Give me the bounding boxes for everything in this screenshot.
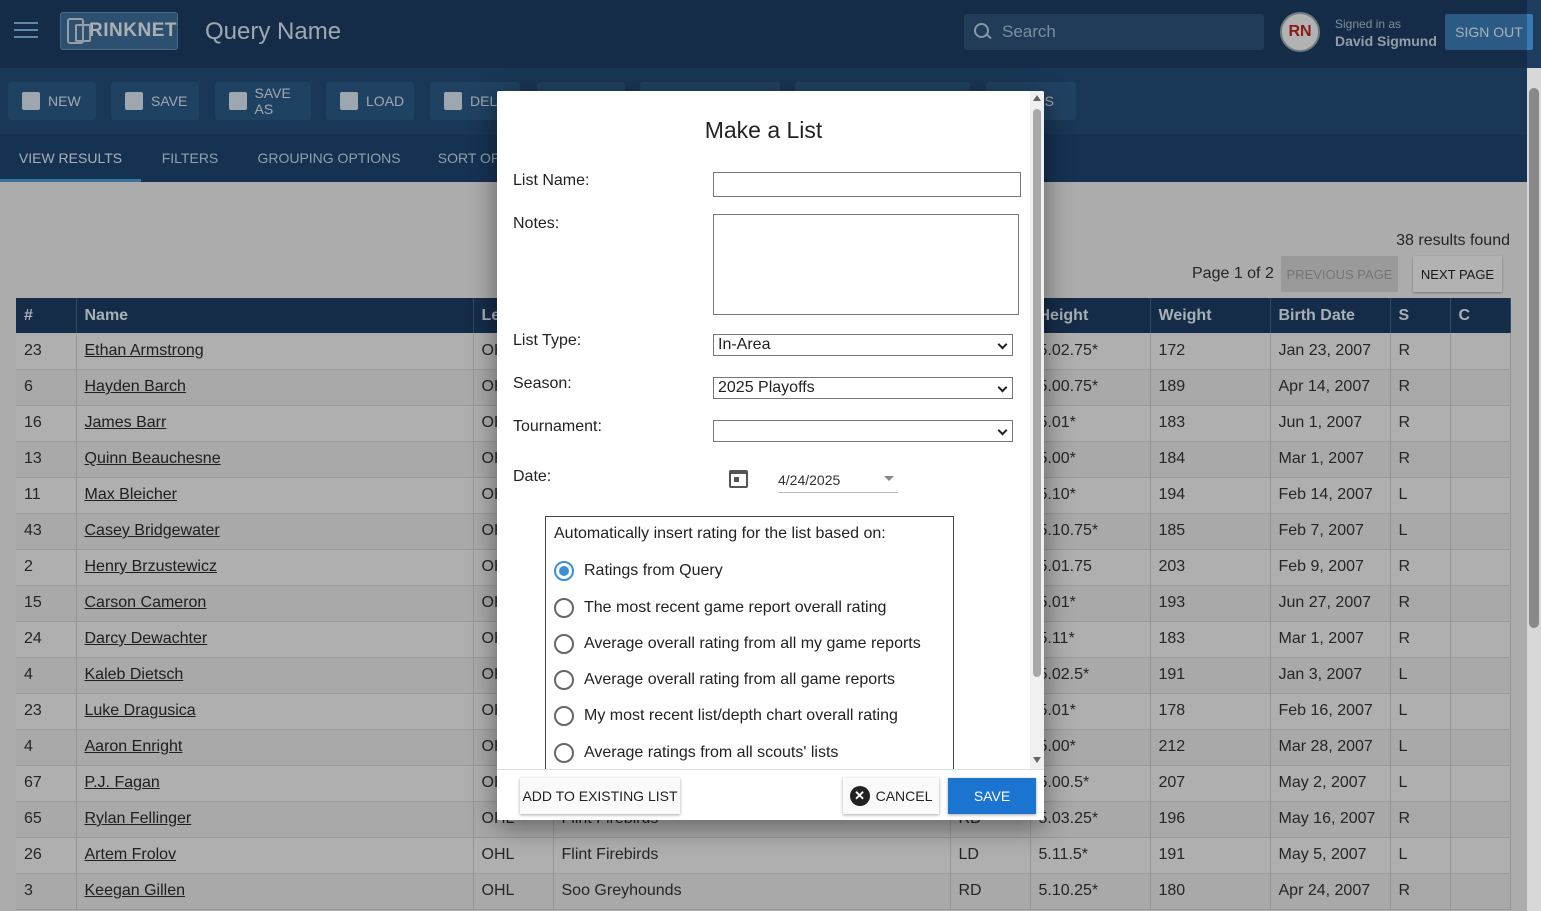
radio-icon[interactable] (554, 598, 574, 618)
close-icon: ✕ (849, 786, 870, 806)
dialog-scrollbar-thumb[interactable] (1033, 109, 1041, 677)
radio-icon[interactable] (554, 670, 574, 690)
make-list-dialog: Make a List List Name: Notes: List Type:… (497, 91, 1044, 820)
rating-option[interactable]: Average overall rating from all game rep… (554, 669, 895, 691)
list-name-label: List Name: (513, 172, 590, 189)
season-value: 2025 Playoffs (718, 379, 815, 396)
dialog-footer: ADD TO EXISTING LIST ✕ CANCEL SAVE (497, 769, 1044, 820)
add-to-existing-list-button[interactable]: ADD TO EXISTING LIST (520, 778, 680, 814)
date-label: Date: (513, 468, 552, 485)
rating-option[interactable]: Average overall rating from all my game … (554, 633, 921, 655)
chevron-down-icon (997, 339, 1008, 350)
rating-option-label: The most recent game report overall rati… (584, 599, 887, 616)
notes-textarea[interactable] (713, 214, 1019, 315)
radio-selected-icon[interactable] (554, 561, 574, 581)
season-select[interactable]: 2025 Playoffs (713, 377, 1013, 399)
rating-option[interactable]: Ratings from Query (554, 560, 723, 582)
rating-option[interactable]: Average ratings from all scouts' lists (554, 742, 838, 764)
rating-option[interactable]: The most recent game report overall rati… (554, 597, 886, 619)
rating-option-label: Average ratings from all scouts' lists (584, 744, 839, 761)
radio-icon[interactable] (554, 634, 574, 654)
date-input[interactable]: 4/24/2025 (778, 468, 898, 493)
list-type-value: In-Area (718, 336, 771, 353)
notes-label: Notes: (513, 215, 560, 232)
list-type-label: List Type: (513, 332, 582, 349)
dialog-title: Make a List (704, 117, 823, 143)
rating-option-label: Average overall rating from all game rep… (584, 671, 895, 688)
caret-down-icon[interactable] (884, 476, 894, 481)
season-label: Season: (513, 375, 572, 392)
tournament-label: Tournament: (513, 418, 602, 435)
rating-option[interactable]: My most recent list/depth chart overall … (554, 705, 898, 727)
page-scrollbar-thumb[interactable] (1529, 88, 1539, 628)
rating-option-label: Average overall rating from all my game … (584, 635, 921, 652)
rating-source-group: Automatically insert rating for the list… (545, 516, 954, 781)
rating-option-label: Ratings from Query (584, 562, 723, 579)
scroll-down-icon[interactable] (1033, 757, 1041, 763)
scroll-up-icon[interactable] (1033, 95, 1041, 101)
rating-option-label: My most recent list/depth chart overall … (584, 707, 898, 724)
list-name-input[interactable] (713, 172, 1021, 197)
chevron-down-icon (997, 382, 1008, 393)
cancel-button[interactable]: ✕ CANCEL (843, 778, 939, 814)
dialog-scrollbar[interactable] (1030, 91, 1044, 769)
chevron-down-icon (997, 425, 1008, 436)
cancel-label: CANCEL (875, 788, 933, 804)
radio-icon[interactable] (554, 706, 574, 726)
page-scrollbar[interactable] (1527, 68, 1541, 911)
tournament-select[interactable] (713, 420, 1013, 442)
rating-source-heading: Automatically insert rating for the list… (554, 525, 886, 542)
calendar-icon[interactable] (729, 470, 748, 488)
save-button[interactable]: SAVE (948, 778, 1036, 814)
radio-icon[interactable] (554, 743, 574, 763)
list-type-select[interactable]: In-Area (713, 334, 1013, 356)
